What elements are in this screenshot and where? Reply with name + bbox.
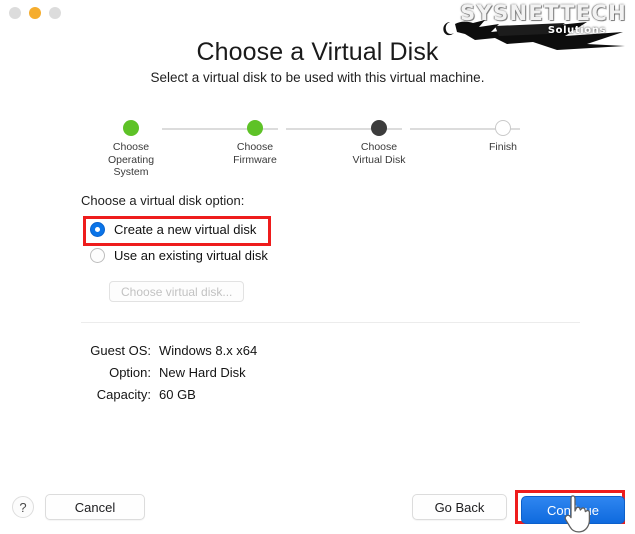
page-subtitle: Select a virtual disk to be used with th… — [150, 70, 485, 85]
options-section-label: Choose a virtual disk option: — [81, 193, 245, 208]
summary-key: Guest OS: — [90, 342, 151, 358]
stepper-step-choose-firmware[interactable]: Choose Firmware — [210, 120, 300, 166]
stepper-dot-done — [123, 120, 139, 136]
summary-value: Windows 8.x x64 — [159, 342, 258, 358]
minimize-window-button[interactable] — [29, 7, 41, 19]
radio-label-create-new: Create a new virtual disk — [114, 222, 257, 237]
summary-value: 60 GB — [159, 386, 196, 402]
summary-key: Capacity: — [96, 386, 151, 402]
stepper-dot-done — [247, 120, 263, 136]
wizard-stepper: Choose Operating System Choose Firmware … — [104, 120, 528, 180]
stepper-step-label: Choose Operating System — [107, 141, 155, 178]
vm-summary-list: Guest OS: Windows 8.x x64 Option: New Ha… — [81, 339, 257, 405]
stepper-dot-current — [371, 120, 387, 136]
summary-row-guest-os: Guest OS: Windows 8.x x64 — [81, 339, 257, 361]
stepper-step-label: Choose Virtual Disk — [352, 141, 406, 166]
choose-virtual-disk-button: Choose virtual disk... — [109, 281, 245, 302]
stepper-step-label: Choose Firmware — [233, 141, 277, 166]
cancel-button[interactable]: Cancel — [45, 494, 145, 520]
logo-tagline-text: Solutions — [547, 25, 606, 36]
window-controls — [9, 7, 61, 19]
summary-key: Option: — [109, 364, 151, 380]
close-window-button[interactable] — [9, 7, 21, 19]
summary-value: New Hard Disk — [159, 364, 246, 380]
help-button[interactable]: ? — [12, 496, 34, 518]
page-title: Choose a Virtual Disk — [196, 38, 439, 66]
stepper-step-finish[interactable]: Finish — [458, 120, 548, 154]
stepper-step-label: Finish — [488, 141, 517, 153]
stepper-dot-todo — [495, 120, 511, 136]
stepper-step-choose-operating-system[interactable]: Choose Operating System — [86, 120, 176, 179]
radio-button-unselected[interactable] — [90, 248, 105, 263]
radio-option-create-new-virtual-disk[interactable]: Create a new virtual disk — [90, 222, 256, 237]
radio-option-use-existing-virtual-disk[interactable]: Use an existing virtual disk — [90, 248, 268, 263]
section-divider — [81, 322, 580, 323]
zoom-window-button[interactable] — [49, 7, 61, 19]
logo-brand-text: SYSNETTECH — [460, 1, 627, 25]
continue-button-highlight-annotation: Continue — [515, 490, 625, 524]
continue-button[interactable]: Continue — [521, 496, 625, 524]
summary-row-capacity: Capacity: 60 GB — [81, 383, 257, 405]
radio-button-selected[interactable] — [90, 222, 105, 237]
go-back-button[interactable]: Go Back — [412, 494, 507, 520]
summary-row-option: Option: New Hard Disk — [81, 361, 257, 383]
stepper-step-choose-virtual-disk[interactable]: Choose Virtual Disk — [334, 120, 424, 166]
radio-label-use-existing: Use an existing virtual disk — [114, 248, 268, 263]
wizard-window: SYSNETTECH Solutions Choose a Virtual Di… — [0, 0, 635, 533]
